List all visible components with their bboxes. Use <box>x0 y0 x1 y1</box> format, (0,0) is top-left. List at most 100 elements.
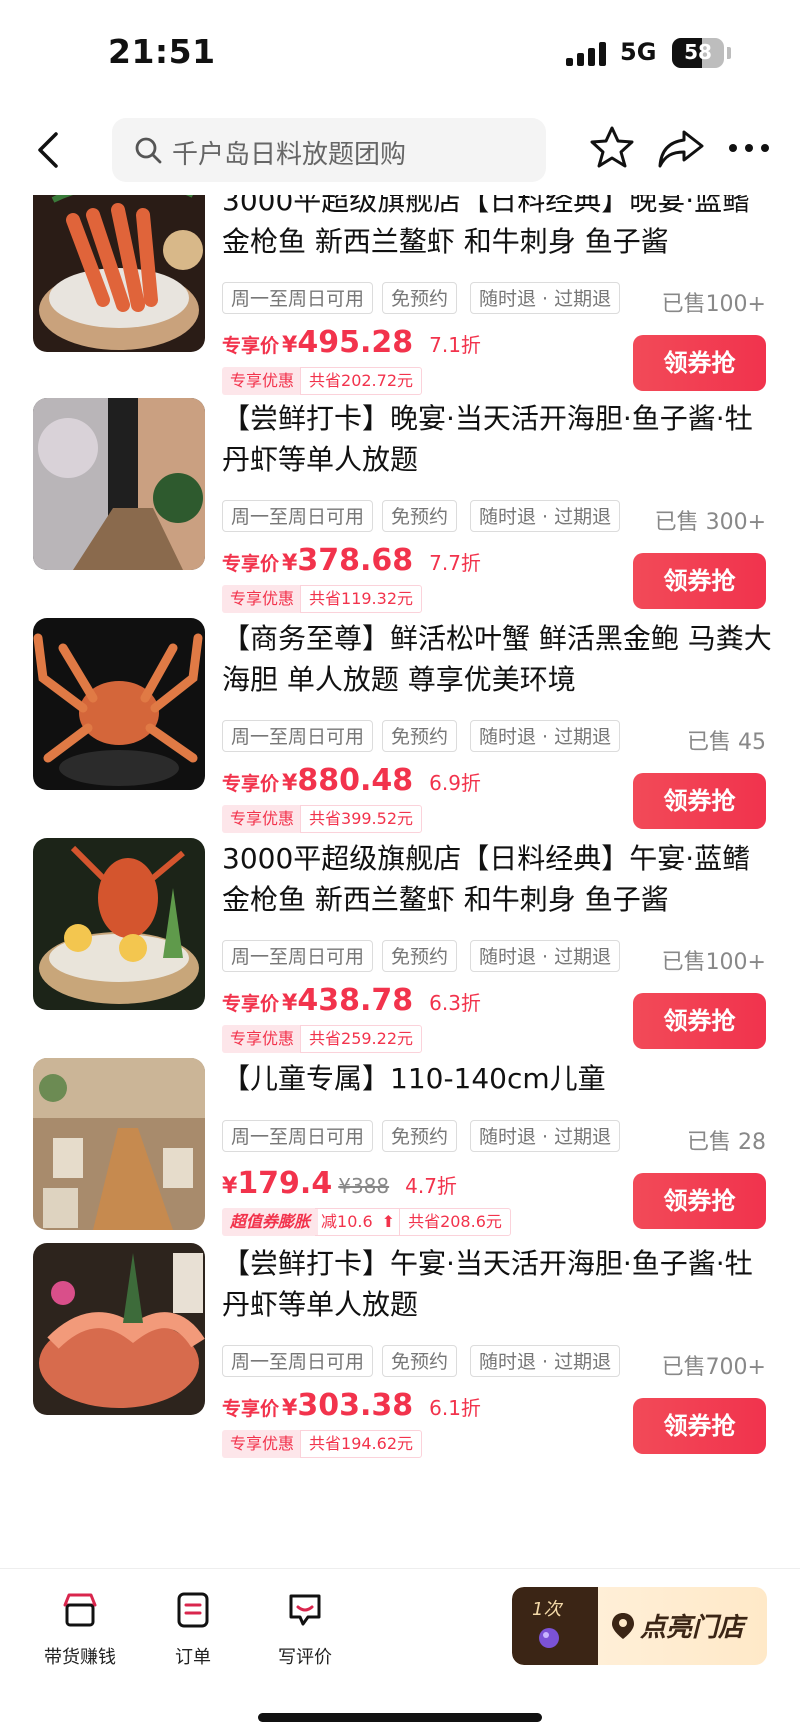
search-input[interactable]: 千户岛日料放题团购 <box>112 118 546 182</box>
item-title[interactable]: 【儿童专属】110-140cm儿童 <box>222 1058 772 1099</box>
discount: 6.1折 <box>429 1396 481 1420</box>
search-query: 千户岛日料放题团购 <box>172 140 407 170</box>
item-title[interactable]: 3000平超级旗舰店【日料经典】午宴·蓝鳍金枪鱼 新西兰鳌虾 和牛刺身 鱼子酱 <box>222 838 772 920</box>
tab-label: 带货赚钱 <box>44 1647 116 1668</box>
discount: 4.7折 <box>405 1174 457 1198</box>
item-title[interactable]: 【尝鲜打卡】午宴·当天活开海胆·鱼子酱·牡丹虾等单人放题 <box>222 1243 772 1325</box>
price-row: 专享价 ¥303.38 6.1折 <box>222 1388 481 1428</box>
promo-label: 专享优惠 <box>222 805 303 833</box>
more-icon[interactable] <box>725 124 773 172</box>
checkin-count: 1次 <box>532 1599 562 1620</box>
tag: 周一至周日可用 <box>222 940 374 972</box>
tag: 随时退 · 过期退 <box>470 940 621 972</box>
grab-coupon-button[interactable]: 领券抢 <box>633 773 766 829</box>
promo-label: 专享优惠 <box>222 367 303 395</box>
home-indicator[interactable] <box>258 1713 542 1722</box>
sashimi-boat-image[interactable] <box>33 1243 205 1415</box>
yen-sign: ¥ <box>282 333 298 358</box>
tab-orders[interactable]: 订单 <box>143 1591 243 1669</box>
battery-icon: 58 <box>672 38 724 68</box>
promo-badge: 专享优惠 共省119.32元 <box>222 585 423 613</box>
yen-sign: ¥ <box>282 771 298 796</box>
tag: 免预约 <box>382 282 458 314</box>
promo-save: 共省202.72元 <box>300 367 423 395</box>
langoustine-platter-image[interactable] <box>33 195 205 352</box>
snow-crab-image[interactable] <box>33 618 205 790</box>
promo-save: 共省399.52元 <box>300 805 423 833</box>
tag: 随时退 · 过期退 <box>470 500 621 532</box>
price-label: 专享价 <box>222 553 280 575</box>
discount: 7.7折 <box>429 551 481 575</box>
promo-label: 专享优惠 <box>222 1430 303 1458</box>
list-item[interactable]: 3000平超级旗舰店【日料经典】午宴·蓝鳍金枪鱼 新西兰鳌虾 和牛刺身 鱼子酱 … <box>0 838 800 1078</box>
nav-bar: 千户岛日料放题团购 <box>0 110 800 195</box>
item-title[interactable]: 3000平超级旗舰店【日料经典】晚宴·蓝鳍金枪鱼 新西兰鳌虾 和牛刺身 鱼子酱 <box>222 195 772 262</box>
tag: 免预约 <box>382 1345 458 1377</box>
price: 303.38 <box>297 1388 414 1423</box>
star-icon[interactable] <box>588 124 636 172</box>
grab-coupon-button[interactable]: 领券抢 <box>633 1173 766 1229</box>
status-time: 21:51 <box>108 32 216 71</box>
price-row: 专享价 ¥438.78 6.3折 <box>222 983 481 1023</box>
back-icon[interactable] <box>30 130 70 170</box>
discount: 6.9折 <box>429 771 481 795</box>
promo-badge: 专享优惠 共省399.52元 <box>222 805 423 833</box>
list-item[interactable]: 3000平超级旗舰店【日料经典】晚宴·蓝鳍金枪鱼 新西兰鳌虾 和牛刺身 鱼子酱 … <box>0 195 800 420</box>
price-row: 专享价 ¥495.28 7.1折 <box>222 325 481 365</box>
tag: 免预约 <box>382 1120 458 1152</box>
restaurant-corridor-image[interactable] <box>33 398 205 570</box>
price: 438.78 <box>297 983 414 1018</box>
tag: 周一至周日可用 <box>222 1120 374 1152</box>
tab-review[interactable]: 写评价 <box>255 1591 355 1669</box>
tag: 免预约 <box>382 940 458 972</box>
price-row: 专享价 ¥880.48 6.9折 <box>222 763 481 803</box>
item-title[interactable]: 【商务至尊】鲜活松叶蟹 鲜活黑金鲍 马粪大海胆 单人放题 尊享优美环境 <box>222 618 772 700</box>
discount: 6.3折 <box>429 991 481 1015</box>
item-title[interactable]: 【尝鲜打卡】晚宴·当天活开海胆·鱼子酱·牡丹虾等单人放题 <box>222 398 772 480</box>
price-row: ¥179.4 ¥388 4.7折 <box>222 1166 457 1206</box>
sold-count: 已售100+ <box>661 950 766 975</box>
promo-save: 共省194.62元 <box>300 1430 423 1458</box>
grab-coupon-button[interactable]: 领券抢 <box>633 553 766 609</box>
shop-icon <box>63 1593 97 1627</box>
lobster-caviar-image[interactable] <box>33 838 205 1010</box>
tag: 随时退 · 过期退 <box>470 720 621 752</box>
price-label: 专享价 <box>222 1398 280 1420</box>
tag: 随时退 · 过期退 <box>470 1120 621 1152</box>
tag: 周一至周日可用 <box>222 1345 374 1377</box>
review-icon <box>289 1594 321 1626</box>
share-icon[interactable] <box>656 124 706 172</box>
list-item[interactable]: 【尝鲜打卡】午宴·当天活开海胆·鱼子酱·牡丹虾等单人放题 周一至周日可用 免预约… <box>0 1243 800 1483</box>
arrow-up-icon: ⬆ <box>375 1208 402 1236</box>
yen-sign: ¥ <box>282 551 298 576</box>
battery-tip <box>727 47 731 59</box>
tag: 免预约 <box>382 500 458 532</box>
checkin-label: 点亮门店 <box>640 1613 745 1643</box>
promo-badge: 超值券膨胀 减10.6 ⬆ 共省208.6元 <box>222 1208 511 1236</box>
deal-list: 3000平超级旗舰店【日料经典】晚宴·蓝鳍金枪鱼 新西兰鳌虾 和牛刺身 鱼子酱 … <box>0 195 800 1568</box>
grab-coupon-button[interactable]: 领券抢 <box>633 1398 766 1454</box>
dining-room-image[interactable] <box>33 1058 205 1230</box>
tab-label: 写评价 <box>278 1647 332 1668</box>
list-item[interactable]: 【商务至尊】鲜活松叶蟹 鲜活黑金鲍 马粪大海胆 单人放题 尊享优美环境 周一至周… <box>0 618 800 858</box>
promo-label: 专享优惠 <box>222 1025 303 1053</box>
promo-reduction: 减10.6 <box>315 1208 379 1236</box>
promo-label: 专享优惠 <box>222 585 303 613</box>
tab-earn[interactable]: 带货赚钱 <box>30 1591 130 1669</box>
tag: 随时退 · 过期退 <box>470 1345 621 1377</box>
sold-count: 已售 28 <box>687 1130 766 1155</box>
discount: 7.1折 <box>429 333 481 357</box>
yen-sign: ¥ <box>282 991 298 1016</box>
price: 495.28 <box>297 325 414 360</box>
tag: 周一至周日可用 <box>222 500 374 532</box>
light-up-store-button[interactable]: 1次 点亮门店 <box>512 1587 767 1665</box>
grab-coupon-button[interactable]: 领券抢 <box>633 993 766 1049</box>
grab-coupon-button[interactable]: 领券抢 <box>633 335 766 391</box>
checkin-counter: 1次 <box>512 1587 598 1665</box>
gem-icon <box>539 1628 559 1648</box>
price-label: 专享价 <box>222 773 280 795</box>
promo-save: 共省259.22元 <box>300 1025 423 1053</box>
signal-icon <box>566 42 610 66</box>
list-item[interactable]: 【尝鲜打卡】晚宴·当天活开海胆·鱼子酱·牡丹虾等单人放题 周一至周日可用 免预约… <box>0 398 800 638</box>
order-icon <box>177 1592 209 1628</box>
